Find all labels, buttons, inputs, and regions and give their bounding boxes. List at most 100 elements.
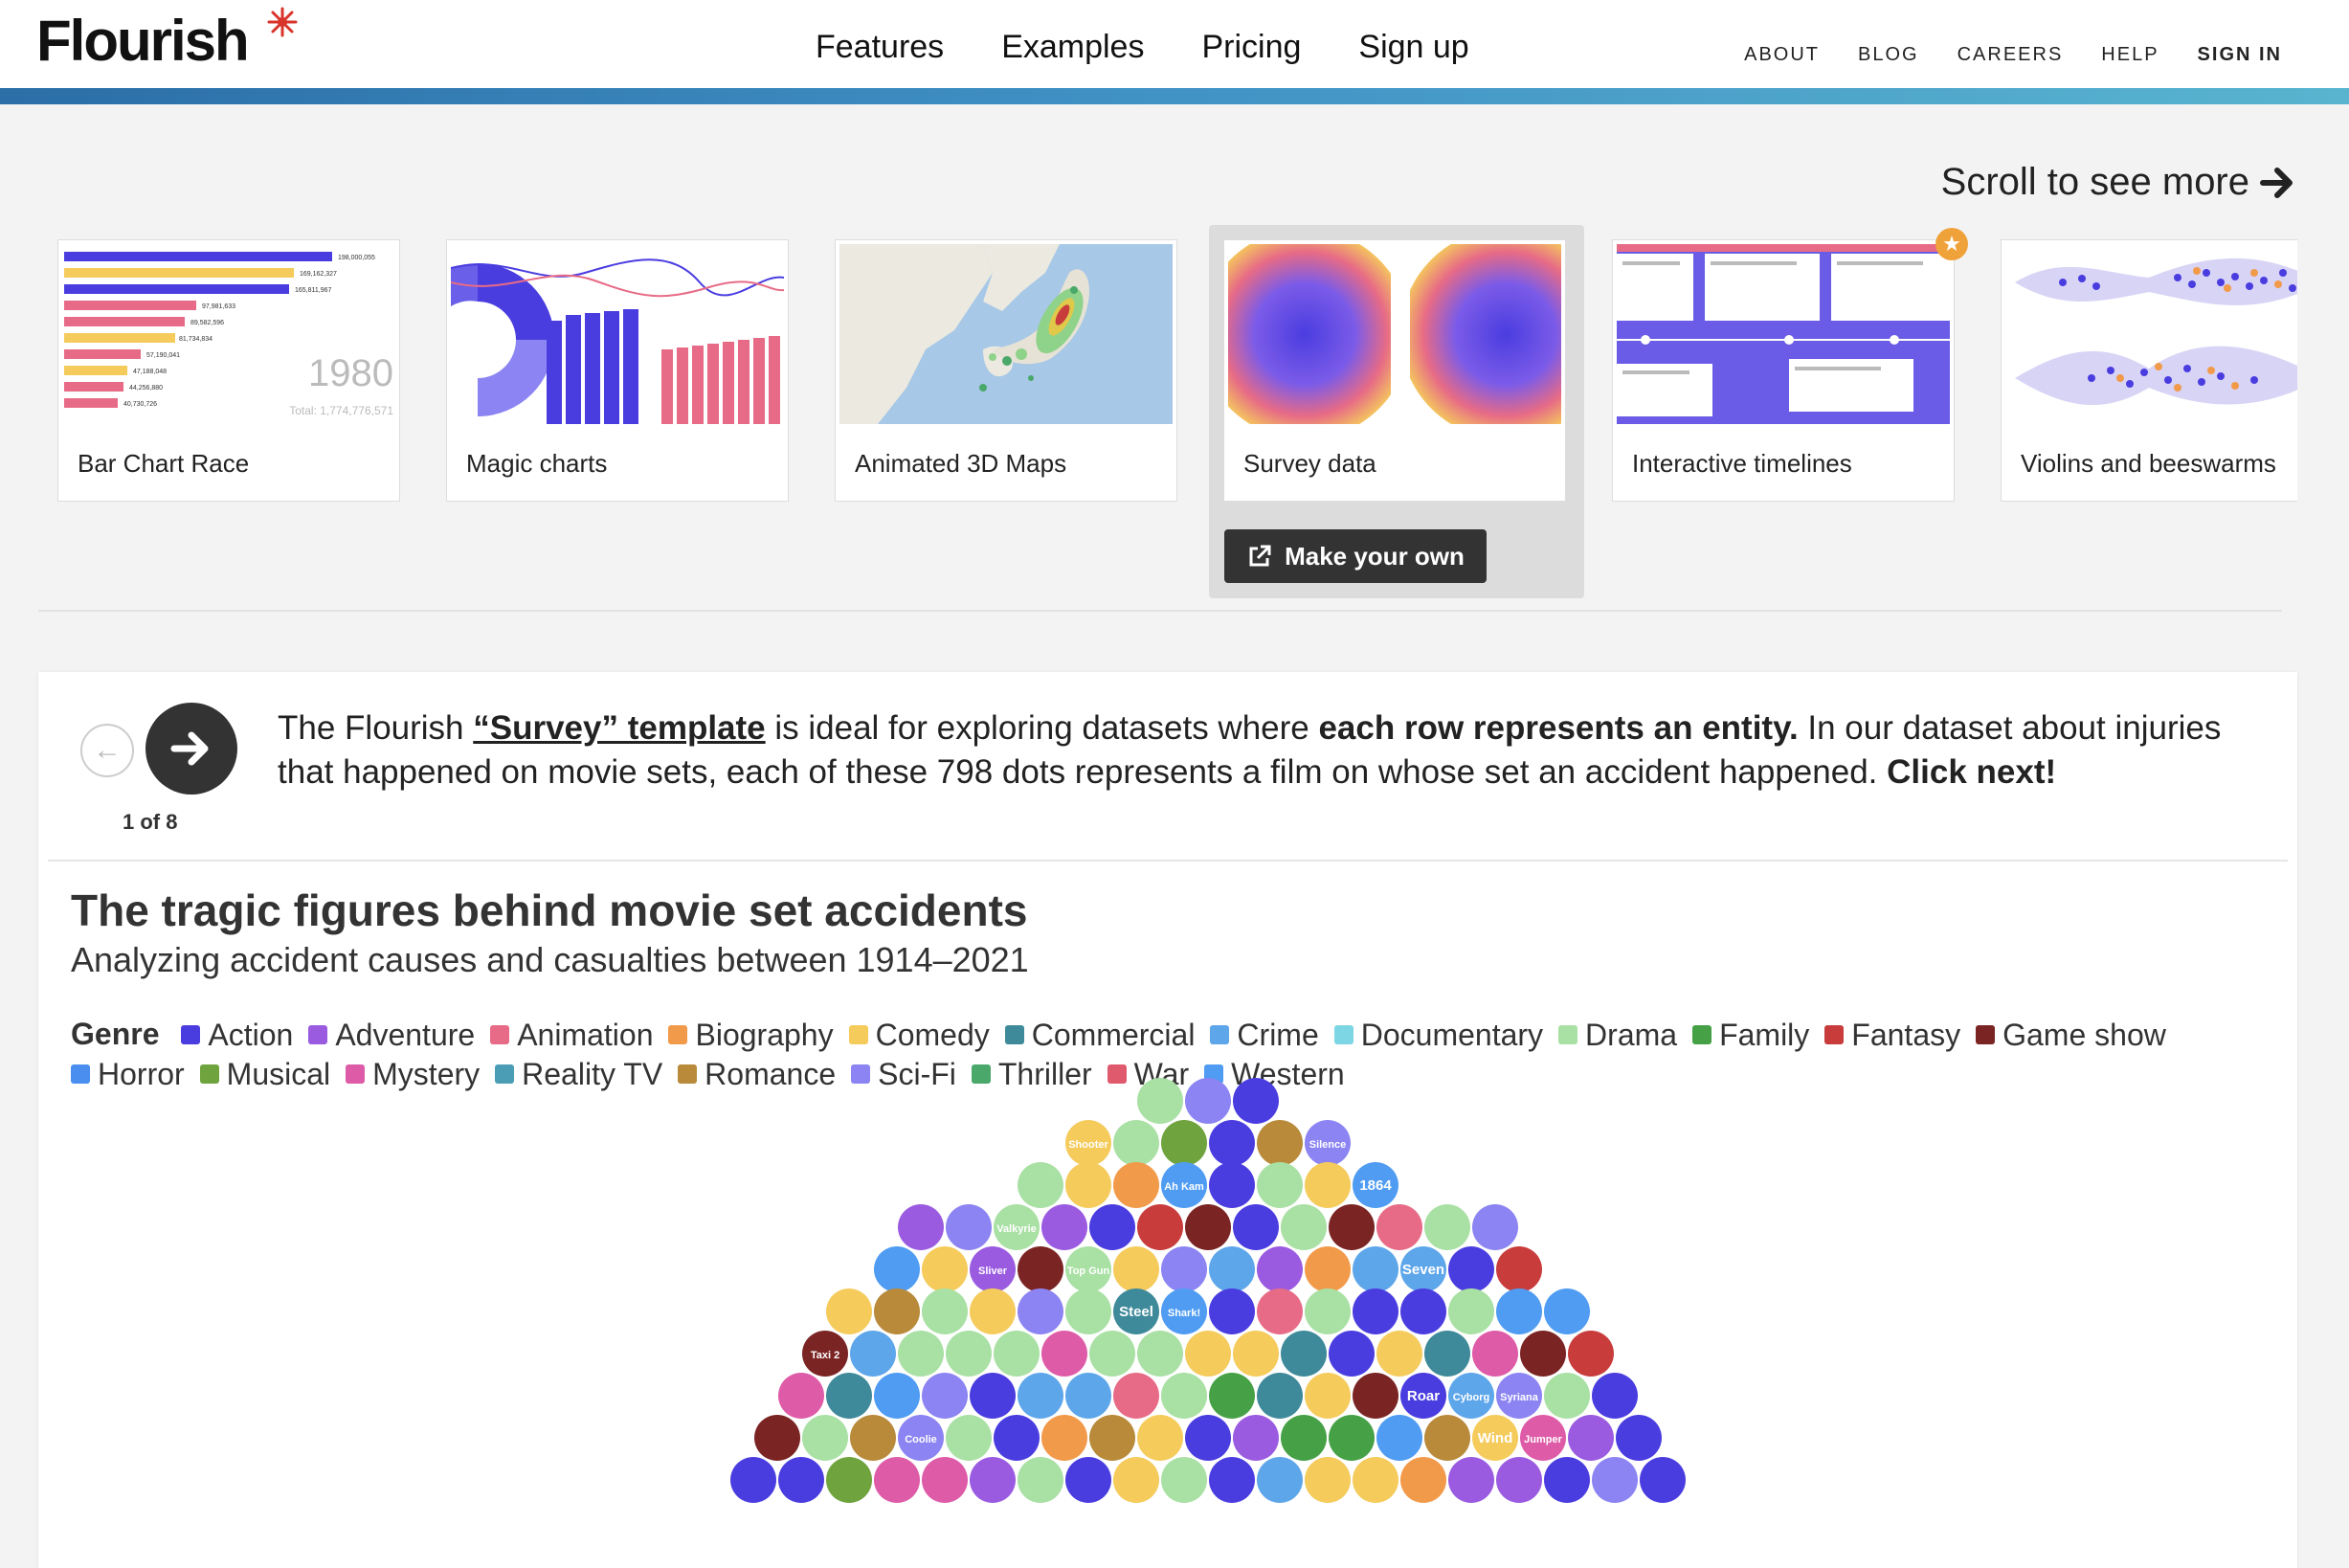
survey-template-link[interactable]: “Survey” template bbox=[473, 709, 765, 747]
film-dot[interactable] bbox=[994, 1415, 1040, 1461]
film-dot[interactable] bbox=[1353, 1457, 1398, 1503]
film-dot[interactable] bbox=[1400, 1457, 1446, 1503]
film-dot[interactable] bbox=[874, 1246, 920, 1292]
film-dot[interactable] bbox=[970, 1288, 1016, 1334]
film-dot[interactable] bbox=[1137, 1078, 1183, 1124]
next-step-button[interactable] bbox=[145, 703, 237, 795]
film-dot[interactable] bbox=[754, 1415, 800, 1461]
film-dot[interactable] bbox=[1137, 1331, 1183, 1377]
film-dot[interactable] bbox=[1065, 1162, 1111, 1208]
legend-item[interactable]: Adventure bbox=[308, 1016, 475, 1054]
film-dot[interactable] bbox=[1185, 1331, 1231, 1377]
film-dot[interactable] bbox=[826, 1457, 872, 1503]
film-dot[interactable] bbox=[1424, 1331, 1470, 1377]
make-your-own-button[interactable]: Make your own bbox=[1224, 529, 1487, 583]
film-dot[interactable] bbox=[1065, 1288, 1111, 1334]
film-dot[interactable] bbox=[1329, 1331, 1375, 1377]
film-dot[interactable] bbox=[1113, 1162, 1159, 1208]
film-dot[interactable] bbox=[1496, 1246, 1542, 1292]
film-dot[interactable] bbox=[1305, 1246, 1351, 1292]
film-dot[interactable] bbox=[1257, 1246, 1303, 1292]
film-dot[interactable] bbox=[1448, 1246, 1494, 1292]
film-dot[interactable] bbox=[1089, 1204, 1135, 1250]
template-card-interactive-timelines[interactable]: Interactive timelines bbox=[1612, 239, 1955, 502]
film-dot[interactable] bbox=[1113, 1457, 1159, 1503]
legend-item[interactable]: Documentary bbox=[1333, 1016, 1543, 1054]
film-dot[interactable] bbox=[1233, 1204, 1279, 1250]
film-dot[interactable] bbox=[1305, 1373, 1351, 1419]
film-dot[interactable] bbox=[1041, 1204, 1087, 1250]
legend-item[interactable]: Biography bbox=[668, 1016, 834, 1054]
film-dot[interactable] bbox=[1257, 1120, 1303, 1166]
film-dot[interactable] bbox=[1568, 1331, 1614, 1377]
nav-features[interactable]: Features bbox=[816, 29, 944, 66]
film-dot[interactable] bbox=[1113, 1246, 1159, 1292]
film-dot[interactable] bbox=[1089, 1331, 1135, 1377]
film-dot[interactable] bbox=[1185, 1078, 1231, 1124]
previous-step-button[interactable]: ← bbox=[80, 724, 134, 777]
film-dot[interactable] bbox=[1257, 1373, 1303, 1419]
film-dot[interactable] bbox=[1257, 1457, 1303, 1503]
nav-about[interactable]: ABOUT bbox=[1744, 44, 1820, 66]
legend-item[interactable]: Action bbox=[181, 1016, 293, 1054]
film-dot[interactable] bbox=[730, 1457, 776, 1503]
film-dot[interactable] bbox=[1305, 1162, 1351, 1208]
film-dot[interactable] bbox=[1018, 1246, 1063, 1292]
film-dot[interactable] bbox=[1137, 1415, 1183, 1461]
film-dot[interactable] bbox=[1448, 1288, 1494, 1334]
film-dot[interactable] bbox=[1353, 1288, 1398, 1334]
film-dot[interactable] bbox=[1448, 1457, 1494, 1503]
film-dot[interactable] bbox=[1209, 1246, 1255, 1292]
film-dot[interactable] bbox=[1472, 1204, 1518, 1250]
film-dot[interactable] bbox=[1400, 1288, 1446, 1334]
legend-item[interactable]: Commercial bbox=[1004, 1016, 1195, 1054]
legend-item[interactable]: Family bbox=[1692, 1016, 1809, 1054]
film-dot[interactable] bbox=[1233, 1078, 1279, 1124]
film-dot[interactable] bbox=[1544, 1288, 1590, 1334]
film-dot[interactable] bbox=[1113, 1120, 1159, 1166]
film-dot[interactable] bbox=[1233, 1415, 1279, 1461]
film-dot[interactable] bbox=[1209, 1120, 1255, 1166]
film-dot[interactable] bbox=[1424, 1204, 1470, 1250]
film-dot[interactable] bbox=[1424, 1415, 1470, 1461]
film-dot[interactable] bbox=[1544, 1457, 1590, 1503]
film-dot[interactable] bbox=[1065, 1373, 1111, 1419]
nav-sign-up[interactable]: Sign up bbox=[1358, 29, 1468, 66]
film-dot[interactable] bbox=[778, 1373, 824, 1419]
film-dot[interactable] bbox=[898, 1204, 944, 1250]
film-dot[interactable] bbox=[1376, 1331, 1422, 1377]
legend-item[interactable]: Comedy bbox=[848, 1016, 990, 1054]
legend-item[interactable]: Crime bbox=[1210, 1016, 1319, 1054]
film-dot[interactable] bbox=[874, 1373, 920, 1419]
legend-item[interactable]: Animation bbox=[490, 1016, 653, 1054]
scroll-hint[interactable]: Scroll to see more bbox=[1941, 161, 2295, 204]
film-dot[interactable] bbox=[1209, 1457, 1255, 1503]
film-dot[interactable] bbox=[946, 1415, 992, 1461]
film-dot[interactable] bbox=[1185, 1415, 1231, 1461]
film-dot[interactable] bbox=[1161, 1120, 1207, 1166]
film-dot[interactable] bbox=[1209, 1373, 1255, 1419]
film-dot[interactable] bbox=[874, 1457, 920, 1503]
film-dot[interactable] bbox=[922, 1288, 968, 1334]
film-dot[interactable] bbox=[1209, 1162, 1255, 1208]
film-dot[interactable] bbox=[874, 1288, 920, 1334]
film-dot[interactable] bbox=[850, 1415, 896, 1461]
film-dot[interactable] bbox=[1472, 1331, 1518, 1377]
nav-careers[interactable]: CAREERS bbox=[1958, 44, 2064, 66]
film-dot[interactable] bbox=[1161, 1457, 1207, 1503]
film-dot[interactable] bbox=[1496, 1288, 1542, 1334]
legend-item[interactable]: Fantasy bbox=[1824, 1016, 1960, 1054]
film-dot[interactable] bbox=[1161, 1246, 1207, 1292]
template-card-survey-data[interactable]: Survey data bbox=[1223, 239, 1566, 502]
film-dot[interactable] bbox=[1640, 1457, 1686, 1503]
film-dot[interactable] bbox=[802, 1415, 848, 1461]
template-card-magic-charts[interactable]: Magic charts bbox=[446, 239, 789, 502]
film-dot[interactable] bbox=[1209, 1288, 1255, 1334]
film-dot[interactable] bbox=[1018, 1457, 1063, 1503]
film-dot[interactable] bbox=[1281, 1415, 1327, 1461]
legend-item[interactable]: Game show bbox=[1976, 1016, 2166, 1054]
film-dot[interactable] bbox=[1376, 1204, 1422, 1250]
film-dot[interactable] bbox=[826, 1288, 872, 1334]
film-dot[interactable] bbox=[1233, 1331, 1279, 1377]
film-dot[interactable] bbox=[1018, 1162, 1063, 1208]
